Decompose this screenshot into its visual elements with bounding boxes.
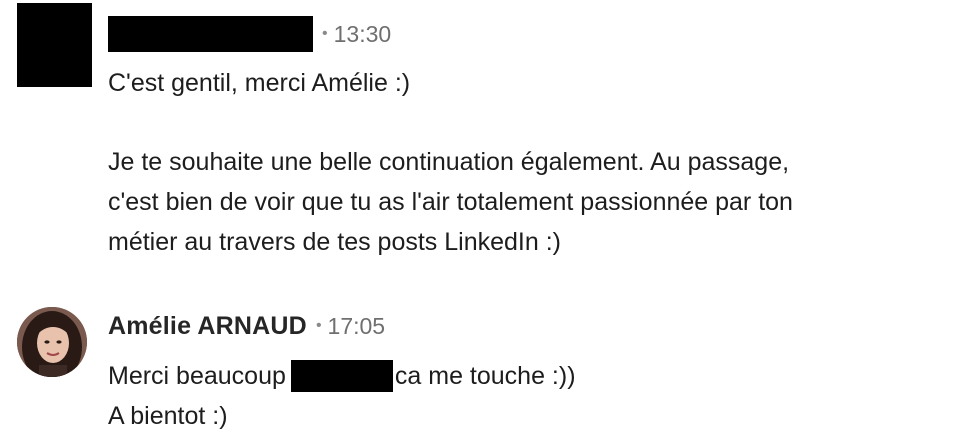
message-text: ca me touche :)): [394, 362, 576, 390]
message-line: Je te souhaite une belle continuation ég…: [108, 148, 790, 176]
separator-dot: •: [322, 25, 328, 42]
message-line: Merci beaucoup ca me touche :)): [108, 356, 576, 396]
sender-name[interactable]: Amélie ARNAUD: [108, 312, 307, 341]
avatar[interactable]: [17, 307, 87, 377]
message-body: C'est gentil, merci Amélie :) Je te souh…: [108, 63, 793, 262]
timestamp: 13:30: [333, 20, 392, 47]
message-line: C'est gentil, merci Amélie :): [108, 69, 411, 97]
message-header: Amélie ARNAUD • 17:05: [108, 306, 385, 346]
message-line: c'est bien de voir que tu as l'air total…: [108, 188, 793, 216]
message-body: Merci beaucoup ca me touche :)) A bientot…: [108, 356, 576, 436]
redacted-mention: [290, 360, 393, 392]
redacted-sender-name[interactable]: [108, 16, 313, 52]
message-line: métier au travers de tes posts LinkedIn …: [108, 228, 561, 256]
message-header: • 13:30: [108, 14, 391, 54]
separator-dot: •: [315, 317, 322, 334]
avatar[interactable]: [17, 3, 92, 87]
profile-photo-icon: [17, 307, 87, 377]
message-line: A bientot :): [108, 402, 228, 430]
timestamp: 17:05: [327, 312, 386, 339]
message-text: Merci beaucoup: [108, 362, 286, 390]
